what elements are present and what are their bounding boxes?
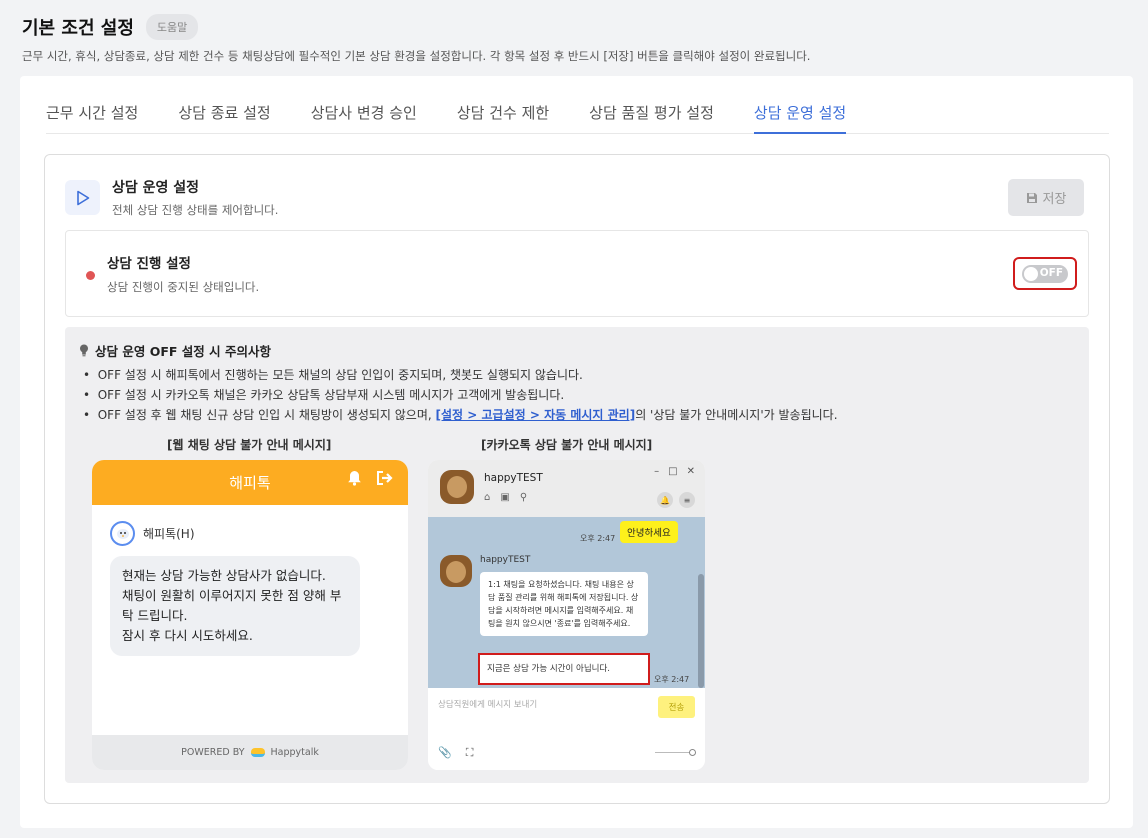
window-controls: – □ ✕ xyxy=(654,466,695,477)
status-title: 상담 진행 설정 xyxy=(107,256,191,272)
save-button[interactable]: 저장 xyxy=(1008,179,1084,216)
my-message: 안녕하세요 xyxy=(620,521,678,543)
kakao-chat-preview: happyTEST ⌂ ▣ ⚲ – □ ✕ 🔔 ≡ 오후 2:47 안녕하세요 … xyxy=(428,460,705,770)
bot-message: 1:1 채팅을 요청하셨습니다. 채팅 내용은 상담 품질 관리를 위해 해피톡… xyxy=(480,572,648,636)
capture-icon: ⛶ xyxy=(465,746,474,759)
warning-item: • OFF 설정 후 웹 채팅 신규 상담 인입 시 채팅방이 생성되지 않으며… xyxy=(83,408,838,422)
profile-avatar xyxy=(440,470,474,504)
attach-icon: 📎 xyxy=(438,746,452,759)
warning-box: 상담 운영 OFF 설정 시 주의사항 • OFF 설정 시 해피톡에서 진행하… xyxy=(65,327,1089,783)
status-dot xyxy=(86,271,95,280)
tab-consult-end[interactable]: 상담 종료 설정 xyxy=(178,98,270,134)
opacity-slider xyxy=(655,749,696,756)
bot-row: 해피톡(H) xyxy=(110,521,195,546)
bot-name: 해피톡(H) xyxy=(143,527,195,541)
kakao-tools: 🔔 ≡ xyxy=(657,492,695,508)
kakao-header: happyTEST ⌂ ▣ ⚲ – □ ✕ 🔔 ≡ xyxy=(428,460,705,517)
kakao-header-icons: ⌂ ▣ ⚲ xyxy=(484,492,527,503)
toggle-highlight: OFF xyxy=(1013,257,1077,290)
tab-count-limit[interactable]: 상담 건수 제한 xyxy=(457,98,549,134)
status-box: 상담 진행 설정 상담 진행이 중지된 상태입니다. OFF xyxy=(65,230,1089,317)
happytalk-logo xyxy=(250,748,265,757)
help-button[interactable]: 도움말 xyxy=(145,14,199,40)
section-title: 상담 운영 설정 xyxy=(112,180,200,196)
web-preview-caption: [웹 채팅 상담 불가 안내 메시지] xyxy=(167,438,332,452)
operation-toggle[interactable]: OFF xyxy=(1022,264,1068,283)
play-icon xyxy=(65,180,100,215)
search-icon: ⚲ xyxy=(519,492,528,503)
kakao-preview-caption: [카카오톡 상담 불가 안내 메시지] xyxy=(481,438,653,452)
message-input: 상담직원에게 메시지 보내기 xyxy=(438,700,538,710)
sender-avatar xyxy=(440,555,472,587)
status-description: 상담 진행이 중지된 상태입니다. xyxy=(107,280,260,294)
chat-scrollbar xyxy=(698,574,704,688)
exit-icon xyxy=(376,470,394,490)
operation-panel: 상담 운영 설정 전체 상담 진행 상태를 제어합니다. 저장 상담 진행 설정… xyxy=(44,154,1110,804)
input-tools: 📎 ⛶ xyxy=(438,746,473,760)
tab-bar: 근무 시간 설정 상담 종료 설정 상담사 변경 승인 상담 건수 제한 상담 … xyxy=(46,98,1109,134)
page-header: 기본 조건 설정 도움말 xyxy=(22,14,199,40)
sender-name: happyTEST xyxy=(480,555,531,565)
powered-by-footer: POWERED BY Happytalk xyxy=(92,735,408,770)
warning-item: • OFF 설정 시 해피톡에서 진행하는 모든 채널의 상담 인입이 중지되며… xyxy=(83,368,583,382)
lightbulb-icon xyxy=(80,344,88,357)
web-chat-header: 해피톡 xyxy=(92,460,408,505)
menu-icon: ≡ xyxy=(679,492,695,508)
unavailable-alert-message: 지금은 상담 가능 시간이 아닙니다. xyxy=(478,653,650,685)
toggle-label: OFF xyxy=(1039,266,1063,279)
tab-quality-eval[interactable]: 상담 품질 평가 설정 xyxy=(589,98,714,134)
message-time: 오후 2:47 xyxy=(580,534,616,543)
home-icon: ⌂ xyxy=(484,492,491,503)
minimize-icon: – xyxy=(654,466,660,477)
warning-title-text: 상담 운영 OFF 설정 시 주의사항 xyxy=(95,344,271,359)
maximize-icon: □ xyxy=(668,466,678,477)
bell-icon xyxy=(347,470,362,490)
unavailable-message: 현재는 상담 가능한 상담사가 없습니다. 채팅이 원활히 이루어지지 못한 점… xyxy=(110,556,360,656)
close-icon: ✕ xyxy=(686,466,695,477)
bot-avatar xyxy=(110,521,135,546)
auto-message-link[interactable]: [설정 > 고급설정 > 자동 메시지 관리] xyxy=(436,408,636,422)
kakao-chat-area: 오후 2:47 안녕하세요 happyTEST 1:1 채팅을 요청하셨습니다.… xyxy=(428,517,705,688)
toggle-knob xyxy=(1024,266,1038,281)
tab-operation[interactable]: 상담 운영 설정 xyxy=(753,98,847,134)
alert-time: 오후 2:47 xyxy=(654,675,690,684)
tab-work-hours[interactable]: 근무 시간 설정 xyxy=(46,98,138,134)
tab-agent-change[interactable]: 상담사 변경 승인 xyxy=(311,98,417,134)
page-description: 근무 시간, 휴식, 상담종료, 상담 제한 건수 등 채팅상담에 필수적인 기… xyxy=(22,49,811,63)
kakao-input-area: 상담직원에게 메시지 보내기 전송 📎 ⛶ xyxy=(428,688,705,770)
warning-list: • OFF 설정 시 해피톡에서 진행하는 모든 채널의 상담 인입이 중지되며… xyxy=(83,365,838,425)
bell-icon: 🔔 xyxy=(657,492,673,508)
settings-card: 근무 시간 설정 상담 종료 설정 상담사 변경 승인 상담 건수 제한 상담 … xyxy=(20,76,1133,828)
send-button: 전송 xyxy=(658,696,695,718)
save-label: 저장 xyxy=(1042,191,1067,206)
web-chat-preview: 해피톡 해피톡(H) 현재는 상담 가능한 상담사가 없습니다. 채팅이 원활히… xyxy=(92,460,408,770)
kakao-name: happyTEST xyxy=(484,472,543,484)
page-title: 기본 조건 설정 xyxy=(22,18,134,39)
section-description: 전체 상담 진행 상태를 제어합니다. xyxy=(112,203,279,217)
box-icon: ▣ xyxy=(500,492,510,503)
warning-item: • OFF 설정 시 카카오톡 채널은 카카오 상담톡 상담부재 시스템 메시지… xyxy=(83,388,565,402)
save-icon xyxy=(1026,192,1037,203)
warning-title: 상담 운영 OFF 설정 시 주의사항 xyxy=(79,341,271,360)
